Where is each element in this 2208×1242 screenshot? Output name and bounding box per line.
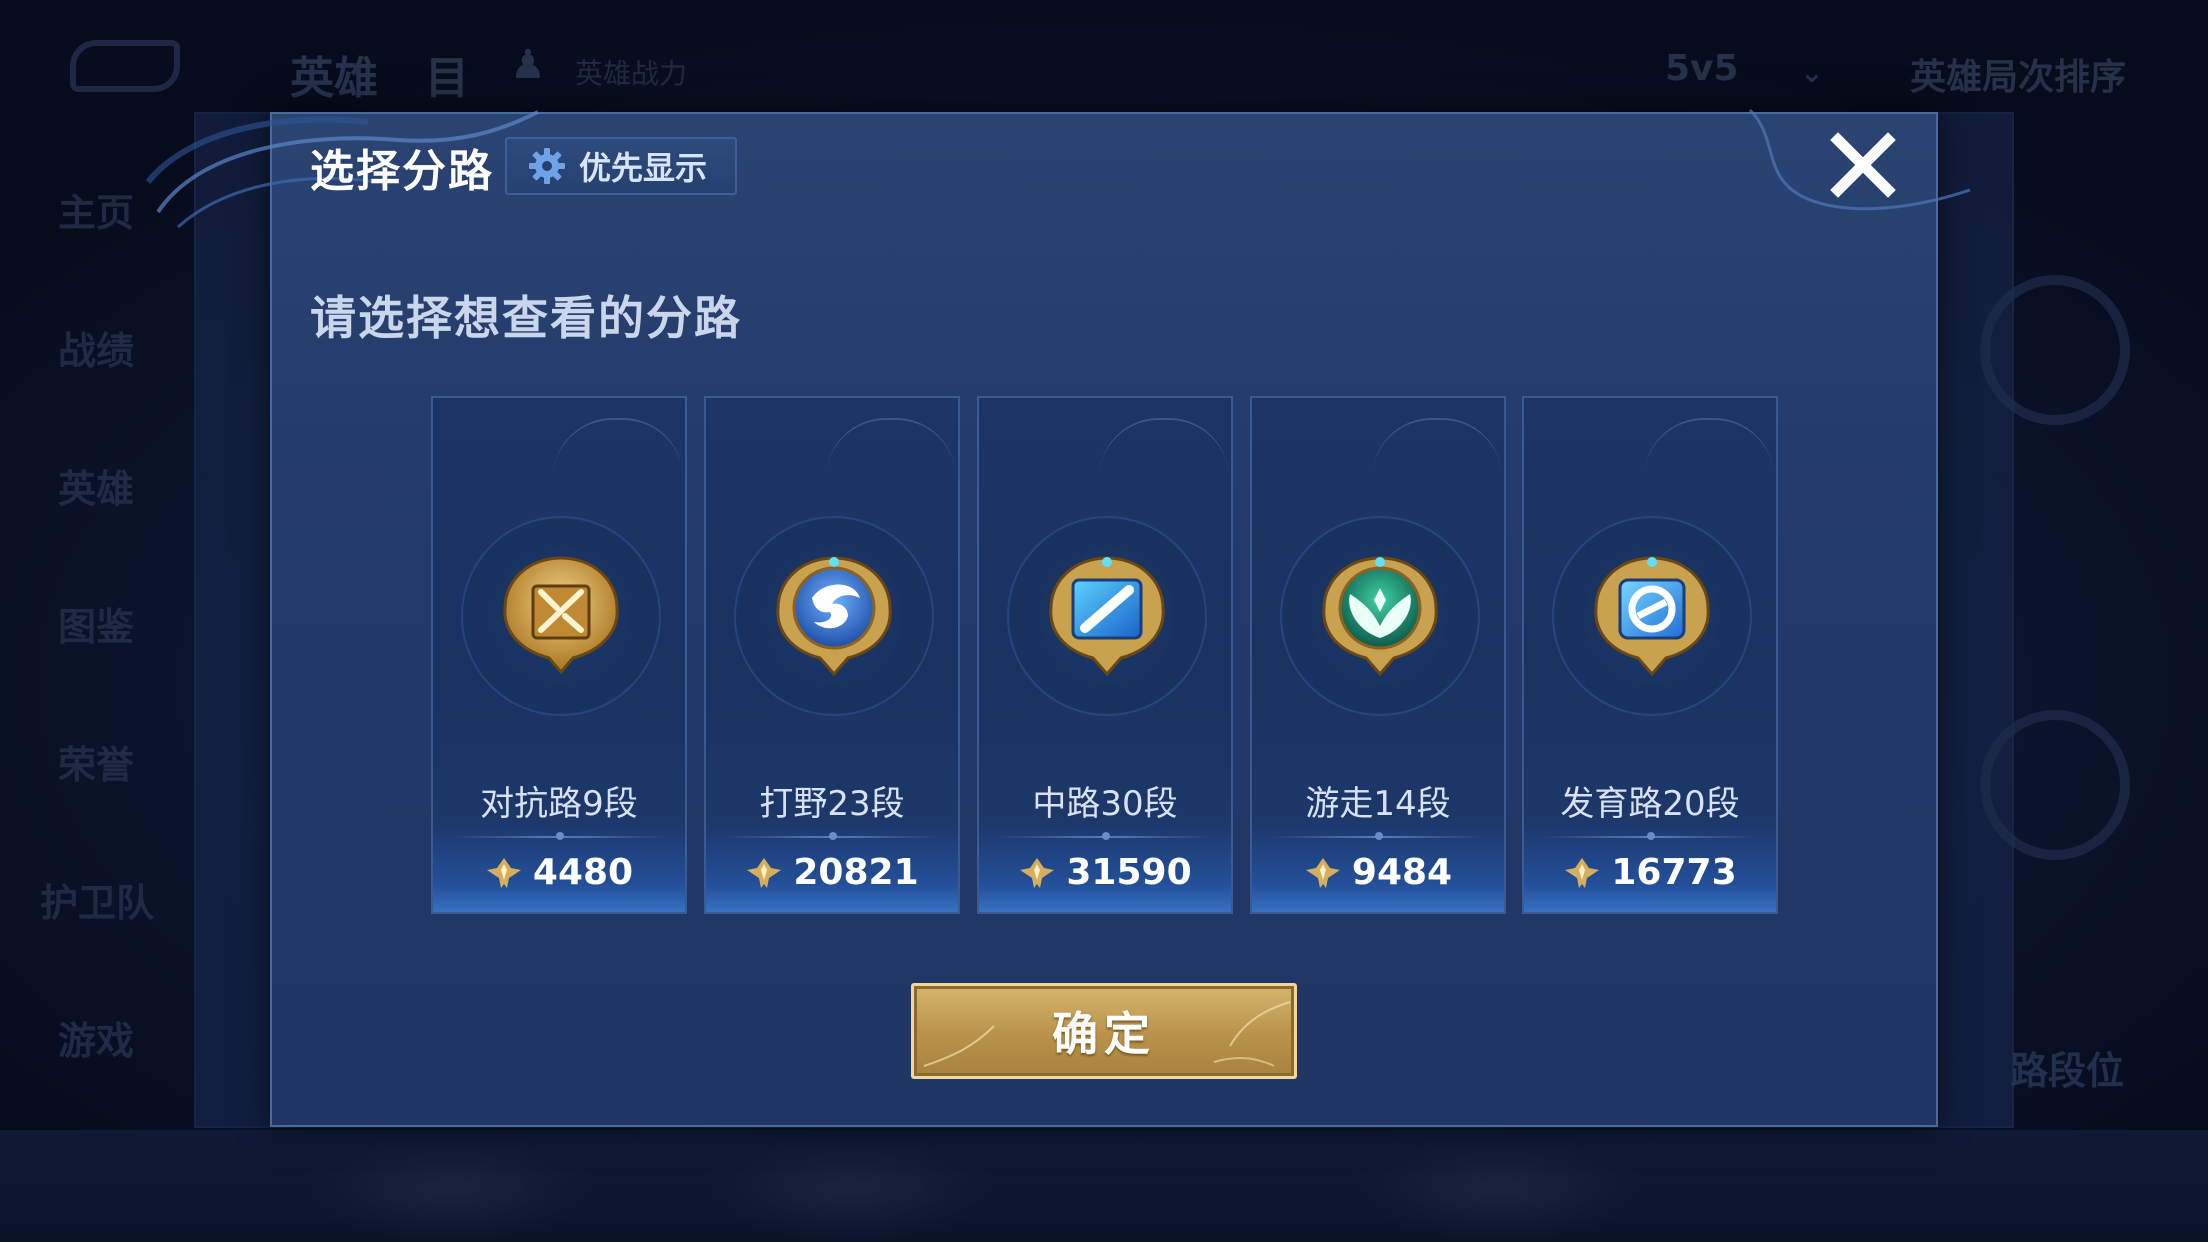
dialog-title: 选择分路	[310, 146, 494, 197]
card-divider	[726, 836, 938, 838]
lane-score-row: 9484	[1252, 852, 1504, 893]
card-ornament	[553, 418, 683, 478]
lane-card-farm[interactable]: 发育路20段 16773	[1522, 396, 1778, 914]
lane-score: 20821	[793, 852, 919, 893]
power-score-icon	[1020, 857, 1055, 888]
close-icon[interactable]	[1828, 130, 1898, 200]
card-ornament	[1644, 418, 1774, 478]
card-divider	[999, 836, 1211, 838]
lane-name: 对抗路9段	[480, 784, 638, 824]
bg-tab-book: 目	[425, 53, 469, 104]
power-score-icon	[1565, 857, 1600, 888]
bg-nav-record: 战绩	[58, 329, 135, 373]
priority-display-button[interactable]: 优先显示	[505, 137, 737, 195]
bg-hero-art	[1350, 1135, 1650, 1242]
lane-score-row: 16773	[1524, 852, 1776, 893]
bg-nav-guard: 护卫队	[40, 881, 155, 925]
bg-hero-power-text: 英雄战力	[575, 57, 688, 90]
chevron-down-icon: ⌄	[1800, 56, 1824, 89]
divider-dot	[1375, 832, 1383, 840]
background-top-bar: 英雄 目 ♟ 英雄战力 5v5 ⌄ 英雄局次排序	[0, 0, 2208, 130]
confirm-label: 确定	[1052, 1007, 1156, 1061]
confirm-button[interactable]: 确定	[911, 983, 1297, 1079]
lane-score: 31590	[1066, 852, 1192, 893]
back-logo-icon	[70, 40, 180, 92]
power-score-icon	[747, 857, 782, 888]
roam-emblem-icon	[1322, 556, 1438, 677]
divider-dot	[1102, 832, 1110, 840]
bg-hero-art	[700, 1135, 1000, 1242]
divider-dot	[1647, 832, 1655, 840]
bg-person-icon: ♟	[510, 42, 546, 88]
lane-score-row: 20821	[706, 852, 958, 893]
divider-dot	[556, 832, 564, 840]
lane-card-mid[interactable]: 中路30段 31590	[977, 396, 1233, 914]
lane-name: 中路30段	[1032, 784, 1178, 824]
bg-nav-game: 游戏	[58, 1019, 135, 1063]
lane-score: 4480	[532, 852, 634, 893]
bg-nav-heroes: 英雄	[58, 467, 135, 511]
bg-emblem-icon-2	[1980, 710, 2130, 860]
lane-name: 发育路20段	[1560, 784, 1740, 824]
bg-emblem-icon	[1980, 275, 2130, 425]
lane-name: 游走14段	[1305, 784, 1451, 824]
bg-nav-honor: 荣誉	[58, 743, 135, 787]
lane-card-roam[interactable]: 游走14段 9484	[1250, 396, 1506, 914]
lane-score-row: 4480	[433, 852, 685, 893]
mid-lane-emblem-icon	[1049, 556, 1165, 677]
card-ornament	[826, 418, 956, 478]
lane-card-clash[interactable]: 对抗路9段 4480	[431, 396, 687, 914]
gear-icon	[529, 148, 565, 184]
bg-lane-rank-text: 路段位	[2010, 1049, 2125, 1093]
card-divider	[453, 836, 665, 838]
lane-score: 16773	[1611, 852, 1737, 893]
card-divider	[1544, 836, 1756, 838]
bg-tab-heroes: 英雄	[290, 53, 378, 104]
card-divider	[1272, 836, 1484, 838]
divider-dot	[829, 832, 837, 840]
lane-card-jungle[interactable]: 打野23段 20821	[704, 396, 960, 914]
bg-sort-select: 英雄局次排序	[1910, 57, 2127, 98]
power-score-icon	[486, 857, 521, 888]
bg-hero-art	[300, 1135, 600, 1242]
clash-lane-emblem-icon	[503, 556, 619, 675]
jungle-emblem-icon	[776, 556, 892, 677]
lane-name: 打野23段	[759, 784, 905, 824]
priority-display-label: 优先显示	[579, 149, 708, 187]
lane-score-row: 31590	[979, 852, 1231, 893]
bg-mode-select: 5v5	[1665, 48, 1739, 89]
farm-lane-emblem-icon	[1594, 556, 1710, 677]
dialog-subtitle: 请选择想查看的分路	[310, 291, 742, 345]
bg-nav-codex: 图鉴	[58, 605, 135, 649]
power-score-icon	[1305, 857, 1340, 888]
bg-nav-home: 主页	[58, 191, 135, 235]
card-ornament	[1372, 418, 1502, 478]
lane-score: 9484	[1351, 852, 1453, 893]
card-ornament	[1099, 418, 1229, 478]
game-screen: 英雄 目 ♟ 英雄战力 5v5 ⌄ 英雄局次排序 主页 战绩 英雄 图鉴 荣誉 …	[0, 0, 2208, 1242]
